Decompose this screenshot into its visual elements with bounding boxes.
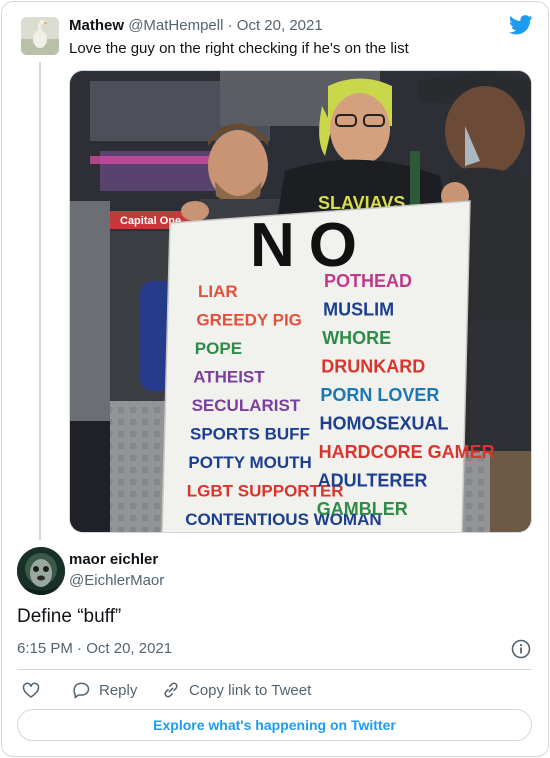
reply-button[interactable]: Reply: [71, 677, 137, 703]
copy-link-label: Copy link to Tweet: [189, 681, 312, 699]
sign-right-word: PORN LOVER: [320, 385, 439, 405]
sign-right-word: ADULTERER: [318, 471, 428, 491]
sign-right-word: MUSLIM: [323, 300, 394, 320]
parent-tweet-header: Mathew @MatHempell · Oct 20, 2021: [69, 17, 323, 34]
sign-right-word: WHORE: [322, 328, 391, 348]
sign-right-word: HOMOSEXUAL: [320, 414, 449, 434]
parent-tweet-text: Love the guy on the right checking if he…: [69, 40, 409, 57]
tweet-time[interactable]: 6:15 PM: [17, 640, 73, 657]
time-separator: ·: [77, 640, 83, 657]
explore-twitter-button[interactable]: Explore what's happening on Twitter: [17, 709, 532, 741]
reply-icon: [73, 682, 90, 699]
info-icon[interactable]: [510, 638, 532, 660]
sign-left-word: ATHEIST: [193, 368, 265, 387]
link-icon: [164, 682, 178, 698]
sign-right-word: HARDCORE GAMER: [319, 442, 495, 462]
tweet-photo[interactable]: Capital One SLAVIAVS NO LIAR GREEDY PIG …: [69, 70, 532, 533]
reply-label: Reply: [99, 681, 138, 699]
sign-right-word: POTHEAD: [324, 271, 412, 291]
heart-icon: [22, 682, 40, 699]
sign-left-word: GREEDY PIG: [196, 311, 302, 330]
parent-author-handle[interactable]: @MatHempell: [128, 17, 223, 34]
tweet-date[interactable]: Oct 20, 2021: [86, 640, 172, 657]
sign-left-word: POPE: [195, 339, 242, 358]
divider: [17, 669, 532, 670]
sign-right-word: GAMBLER: [317, 499, 408, 519]
tweet-timestamp[interactable]: 6:15 PM · Oct 20, 2021: [17, 640, 172, 657]
reply-tweet-text: Define “buff”: [17, 606, 122, 627]
parent-author-name[interactable]: Mathew: [69, 17, 124, 34]
sign-heading: NO: [250, 211, 371, 280]
copy-link-button[interactable]: Copy link to Tweet: [161, 677, 311, 703]
sign-left-word: SPORTS BUFF: [190, 425, 310, 444]
reply-author-avatar[interactable]: [17, 547, 65, 595]
reply-author-handle[interactable]: @EichlerMaor: [69, 572, 164, 589]
reply-author-name[interactable]: maor eichler: [69, 551, 158, 568]
like-button[interactable]: [21, 677, 49, 703]
parent-avatar[interactable]: [21, 17, 59, 55]
sign-left-word: POTTY MOUTH: [188, 453, 311, 472]
sign-left-word: LIAR: [198, 282, 238, 301]
header-separator: ·: [227, 17, 233, 34]
sign-right-word: DRUNKARD: [321, 357, 425, 377]
parent-tweet-date[interactable]: Oct 20, 2021: [237, 17, 323, 34]
tweet-actions: Reply Copy link to Tweet: [17, 677, 532, 703]
twitter-bird-icon[interactable]: [508, 15, 533, 35]
sign-left-word: SECULARIST: [192, 396, 301, 415]
thread-connector-line: [39, 62, 41, 540]
